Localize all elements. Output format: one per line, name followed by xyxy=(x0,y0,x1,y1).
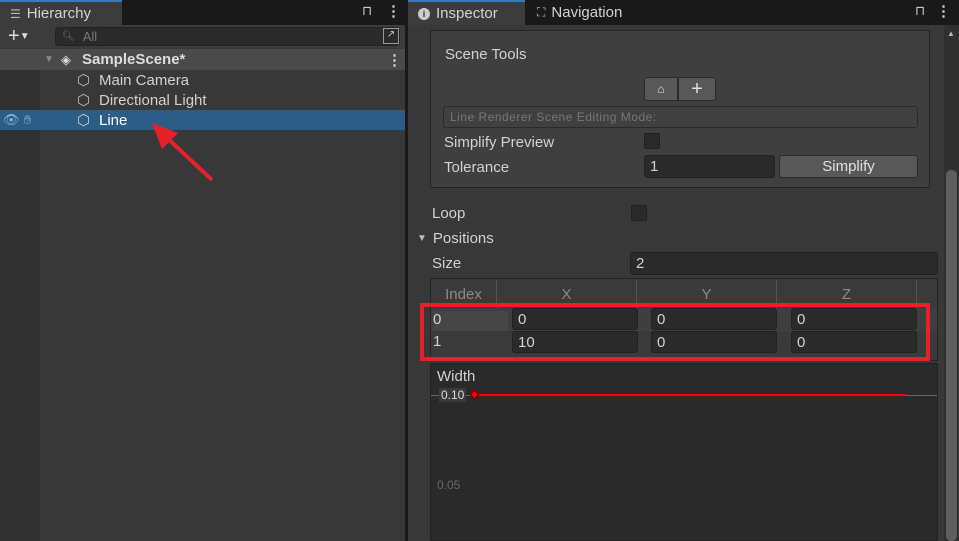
curve-keyframe-point[interactable] xyxy=(469,389,480,400)
loop-label: Loop xyxy=(432,205,466,222)
more-icon[interactable]: ⋮ xyxy=(386,2,401,20)
more-icon[interactable]: ⋮ xyxy=(936,2,951,20)
edit-points-icon: ⌂ xyxy=(657,82,665,96)
hierarchy-toolbar: +▼ 🔍︎ All ↗ xyxy=(0,25,405,48)
scene-tools-title: Scene Tools xyxy=(445,46,527,63)
size-input[interactable]: 2 xyxy=(630,252,938,275)
width-label: Width xyxy=(437,368,476,385)
size-label: Size xyxy=(432,255,462,272)
create-points-button[interactable]: + xyxy=(678,77,716,101)
inspector-panel: Scene Tools ⌂ + Line Renderer Scene Edit… xyxy=(408,25,959,541)
search-input[interactable]: 🔍︎ All xyxy=(55,27,400,46)
tab-inspector[interactable]: i Inspector xyxy=(408,0,525,25)
tick-label-top: 0.10 xyxy=(439,388,467,402)
scrollbar-thumb[interactable] xyxy=(946,170,957,541)
expand-icon[interactable]: ↗ xyxy=(383,28,399,44)
annotation-highlight-box xyxy=(420,303,930,361)
search-icon: 🔍︎ xyxy=(62,31,75,42)
navigation-icon: ⛶ xyxy=(537,5,546,19)
gameobject-cube-icon: ⬡ xyxy=(77,92,91,109)
annotation-arrow xyxy=(152,123,214,182)
loop-checkbox[interactable] xyxy=(631,205,647,221)
scrollbar[interactable]: ▲ xyxy=(944,25,959,541)
unity-icon: ◈ xyxy=(61,51,71,67)
width-curve-editor[interactable]: Width 0.10 0.05 xyxy=(430,363,938,541)
tab-hierarchy[interactable]: ☰ Hierarchy xyxy=(0,0,122,25)
list-item[interactable]: ⬡ Directional Light xyxy=(0,90,405,110)
gameobject-cube-icon: ⬡ xyxy=(77,72,91,89)
edit-points-button[interactable]: ⌂ xyxy=(644,77,678,101)
visibility-eye-icon[interactable]: 👁︎ xyxy=(3,112,20,128)
hierarchy-panel: +▼ 🔍︎ All ↗ ▼ ◈ SampleScene* ⋮ ⬡ Main Ca… xyxy=(0,25,405,541)
pickable-hand-icon[interactable]: ✋︎ xyxy=(24,112,31,128)
tick-label-mid: 0.05 xyxy=(437,478,461,492)
simplify-button[interactable]: Simplify xyxy=(779,155,918,178)
tolerance-label: Tolerance xyxy=(444,159,510,176)
info-icon: i xyxy=(418,7,430,20)
plus-icon: + xyxy=(691,77,703,100)
expand-triangle-icon: ▼ xyxy=(44,54,54,65)
scene-menu-icon[interactable]: ⋮ xyxy=(387,51,402,69)
simplify-preview-label: Simplify Preview xyxy=(444,134,555,151)
positions-foldout[interactable]: ▼ Positions xyxy=(417,230,494,247)
width-curve-line xyxy=(474,394,906,396)
tolerance-input[interactable]: 1 xyxy=(644,155,775,178)
simplify-preview-checkbox[interactable] xyxy=(644,133,660,149)
lock-icon[interactable]: ⊓ xyxy=(362,3,372,19)
editing-mode-field: Line Renderer Scene Editing Mode: xyxy=(443,106,918,128)
add-button[interactable]: +▼ xyxy=(8,25,30,48)
scroll-up-icon[interactable]: ▲ xyxy=(947,29,955,38)
lock-icon[interactable]: ⊓ xyxy=(915,3,925,19)
gameobject-cube-icon: ⬡ xyxy=(77,112,91,129)
list-icon: ☰ xyxy=(10,6,21,21)
scene-tools-box: Scene Tools ⌂ + Line Renderer Scene Edit… xyxy=(430,30,930,188)
scene-row[interactable]: ▼ ◈ SampleScene* ⋮ xyxy=(0,49,405,70)
foldout-triangle-icon: ▼ xyxy=(417,233,427,244)
tab-navigation[interactable]: ⛶ Navigation xyxy=(527,0,647,25)
panel-divider[interactable] xyxy=(405,0,408,541)
list-item[interactable]: ⬡ Main Camera xyxy=(0,70,405,90)
